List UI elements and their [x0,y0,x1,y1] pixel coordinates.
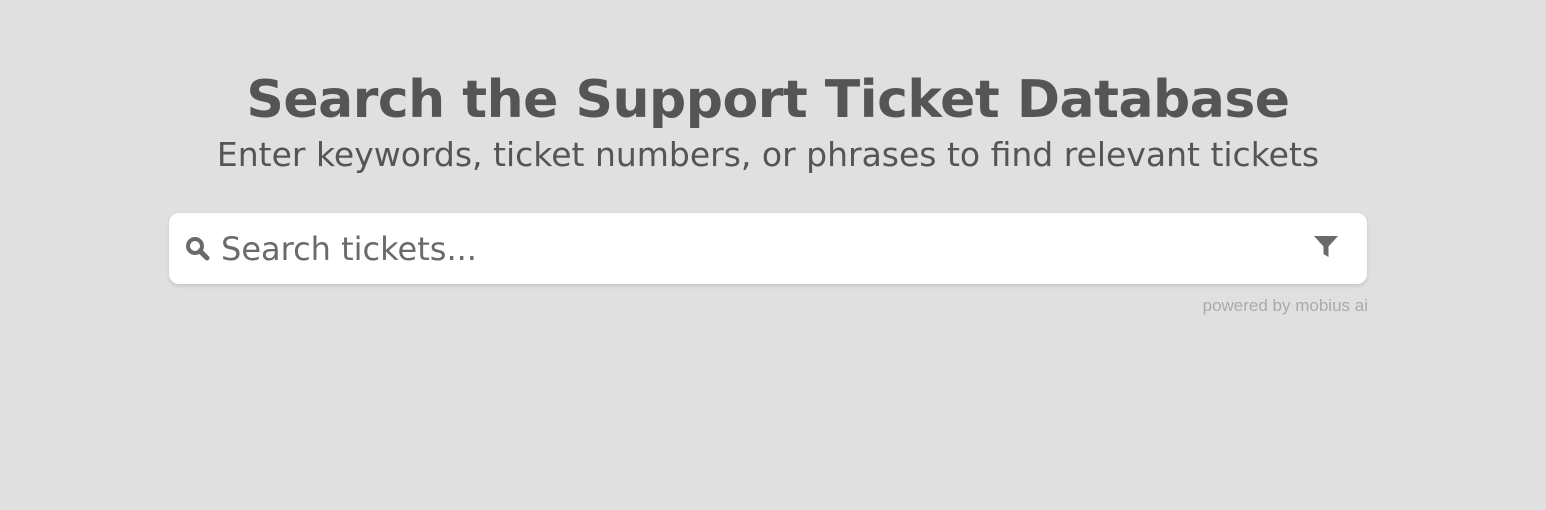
search-bar [169,213,1367,284]
filter-button[interactable] [1307,233,1345,265]
powered-by-label: powered by mobius ai [1202,296,1368,315]
page-subtitle: Enter keywords, ticket numbers, or phras… [216,135,1320,174]
page-title: Search the Support Ticket Database [246,70,1290,130]
search-icon [184,235,212,263]
search-input[interactable] [221,223,1301,274]
search-page: Search the Support Ticket Database Enter… [0,0,1546,510]
filter-icon [1313,235,1339,263]
